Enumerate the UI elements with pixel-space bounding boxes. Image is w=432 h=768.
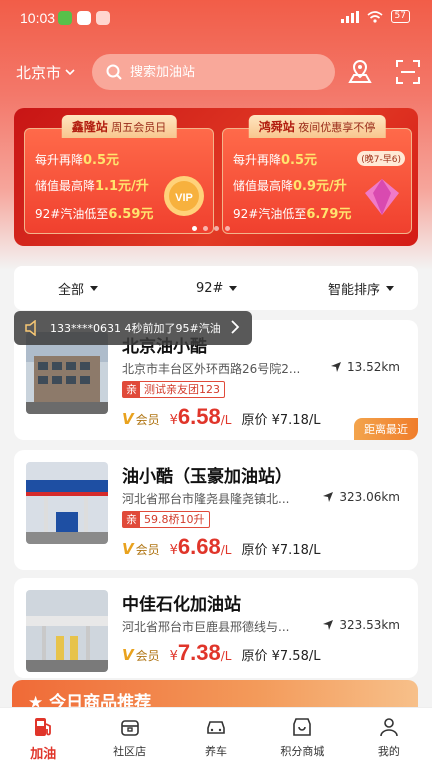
ticker-text: 133****0631 4秒前加了95#汽油	[50, 322, 221, 335]
member-price: 6.58	[177, 404, 221, 429]
fuel-pump-icon	[35, 718, 52, 736]
promo-line: 92#汽油低至6.59元	[35, 207, 154, 222]
svg-text:VIP: VIP	[175, 192, 193, 204]
tab-refuel[interactable]: 加油	[0, 708, 86, 768]
member-price: 7.38	[177, 640, 221, 665]
search-bar[interactable]	[92, 54, 335, 90]
original-price: 原价 ¥7.58/L	[241, 649, 321, 664]
app-icon	[77, 11, 91, 25]
wechat-icon	[58, 11, 72, 25]
bottom-tab-bar: 加油 社区店 养车 积分商城 我的	[0, 707, 432, 768]
vip-badge-icon: VIP	[164, 176, 204, 216]
vip-badge: V 会员	[122, 410, 160, 428]
station-photo	[26, 590, 108, 672]
promo-event: 夜间优惠享不停	[298, 121, 376, 134]
price-row: V 会员 ¥6.68/L 原价 ¥7.18/L	[122, 534, 321, 559]
filter-sort[interactable]: 智能排序	[328, 279, 395, 298]
tab-profile[interactable]: 我的	[346, 708, 432, 768]
battery-icon: 57	[390, 10, 410, 23]
banner-pagination	[192, 226, 230, 231]
v-icon: V	[122, 540, 134, 558]
signal-icon	[340, 10, 359, 23]
filter-all[interactable]: 全部	[58, 279, 99, 298]
gem-icon	[365, 179, 399, 215]
station-name: 中佳石化加油站	[122, 595, 241, 615]
promo-station: 鸿舜站	[258, 120, 295, 134]
promo-card-left[interactable]: 鑫隆站 周五会员日 每升再降0.5元 储值最高降1.1元/升 92#汽油低至6.…	[24, 115, 214, 234]
station-distance[interactable]: 13.52km	[330, 360, 400, 374]
tab-community-store[interactable]: 社区店	[86, 708, 172, 768]
promo-event: 周五会员日	[111, 121, 167, 134]
promo-line: 每升再降0.5元	[233, 153, 318, 168]
station-card[interactable]: 油小酷（玉豪加油站） 河北省邢台市隆尧县隆尧镇北... 323.06km 亲 59…	[14, 450, 418, 570]
station-address: 河北省邢台市巨鹿县邢德线与...	[122, 620, 290, 634]
promo-line: 每升再降0.5元	[35, 153, 120, 168]
user-icon	[380, 718, 398, 737]
chevron-right-icon	[231, 320, 240, 334]
status-time: 10:03	[20, 10, 56, 26]
status-app-icons	[58, 11, 110, 25]
car-icon	[207, 721, 225, 734]
city-selector[interactable]: 北京市	[16, 62, 75, 83]
promo-line: 储值最高降1.1元/升	[35, 179, 149, 194]
promo-line: 92#汽油低至6.79元	[233, 207, 352, 222]
station-distance[interactable]: 323.06km	[322, 490, 400, 504]
scan-icon[interactable]	[394, 58, 422, 86]
promo-card-right[interactable]: 鸿舜站 夜间优惠享不停 每升再降0.5元 (晚7-早6) 储值最高降0.9元/升…	[222, 115, 412, 234]
vip-badge: V 会员	[122, 540, 160, 558]
map-location-icon[interactable]	[346, 58, 374, 86]
member-price: 6.68	[177, 534, 221, 559]
promo-station: 鑫隆站	[71, 120, 108, 134]
navigation-arrow-icon	[323, 620, 334, 630]
search-input[interactable]	[130, 64, 310, 80]
vip-badge: V 会员	[122, 646, 160, 664]
nearest-badge: 距离最近	[354, 418, 418, 440]
tab-car-care[interactable]: 养车	[173, 708, 259, 768]
speaker-icon	[25, 320, 36, 336]
station-address: 北京市丰台区外环西路26号院2...	[122, 362, 301, 376]
caret-down-icon	[90, 285, 99, 291]
activity-ticker[interactable]: 133****0631 4秒前加了95#汽油	[14, 311, 252, 345]
station-distance[interactable]: 323.53km	[322, 618, 400, 632]
original-price: 原价 ¥7.18/L	[241, 413, 321, 428]
promo-header: 鸿舜站 夜间优惠享不停	[248, 115, 386, 138]
caret-down-icon	[386, 285, 395, 291]
station-name: 油小酷（玉豪加油站）	[122, 467, 292, 487]
station-address: 河北省邢台市隆尧县隆尧镇北...	[122, 492, 290, 506]
promo-header: 鑫隆站 周五会员日	[61, 115, 177, 138]
promo-line: 储值最高降0.9元/升	[233, 179, 347, 194]
city-label: 北京市	[16, 64, 62, 82]
promo-time-tag: (晚7-早6)	[357, 151, 405, 166]
tab-points-mall[interactable]: 积分商城	[259, 708, 345, 768]
station-card[interactable]: 中佳石化加油站 河北省邢台市巨鹿县邢德线与... 323.53km V 会员 ¥7…	[14, 578, 418, 678]
status-bar: 10:03 57	[0, 0, 432, 36]
v-icon: V	[122, 646, 134, 664]
v-icon: V	[122, 410, 134, 428]
filter-fuel[interactable]: 92#	[196, 281, 238, 296]
station-photo	[26, 462, 108, 544]
caret-down-icon	[229, 285, 238, 291]
original-price: 原价 ¥7.18/L	[241, 543, 321, 558]
navigation-arrow-icon	[331, 362, 341, 372]
navigation-arrow-icon	[323, 492, 334, 502]
status-right: 57	[340, 10, 410, 23]
store-icon	[120, 720, 139, 736]
chevron-down-icon	[65, 69, 75, 76]
filter-bar: 全部 92# 智能排序	[14, 266, 418, 310]
search-icon	[106, 64, 122, 80]
app-icon	[96, 11, 110, 25]
price-row: V 会员 ¥6.58/L 原价 ¥7.18/L	[122, 404, 321, 429]
station-tag: 亲测试亲友团123	[122, 381, 225, 398]
station-tag: 亲 59.8桥10升	[122, 511, 210, 528]
price-row: V 会员 ¥7.38/L 原价 ¥7.58/L	[122, 640, 321, 665]
wifi-icon	[367, 10, 383, 23]
shop-icon	[293, 718, 312, 736]
